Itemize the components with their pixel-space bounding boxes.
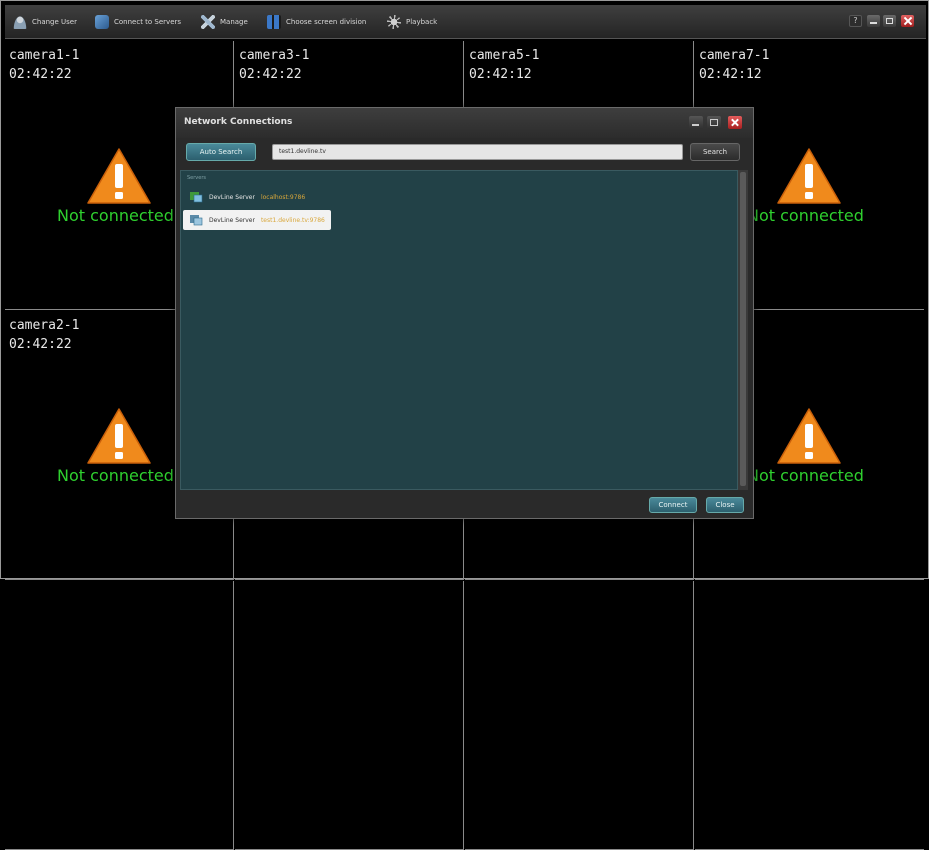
playback-label: Playback bbox=[406, 18, 438, 26]
connection-status: Not connected bbox=[57, 206, 174, 225]
server-list-item[interactable]: DevLine Server localhost:9786 bbox=[183, 187, 311, 207]
connection-status: Not connected bbox=[57, 466, 174, 485]
camera-time: 02:42:22 bbox=[9, 337, 72, 352]
dialog-title: Network Connections bbox=[184, 117, 293, 127]
connect-icon bbox=[95, 15, 109, 29]
server-name: DevLine Server bbox=[209, 216, 255, 224]
server-search-input[interactable]: test1.devline.tv bbox=[272, 144, 683, 160]
toolbar: Change User Connect to Servers Manage Ch… bbox=[5, 5, 926, 39]
camera-time: 02:42:12 bbox=[469, 67, 532, 82]
connect-button[interactable]: Connect bbox=[649, 497, 697, 513]
connect-to-servers-label: Connect to Servers bbox=[114, 18, 182, 26]
server-name: DevLine Server bbox=[209, 193, 255, 201]
playback-button[interactable]: Playback bbox=[387, 13, 437, 31]
server-address: localhost:9786 bbox=[260, 193, 306, 201]
search-button[interactable]: Search bbox=[690, 143, 740, 161]
camera-name: camera5-1 bbox=[469, 48, 540, 63]
dialog-maximize-button[interactable] bbox=[707, 116, 721, 129]
camera-cell[interactable] bbox=[235, 581, 464, 850]
manage-icon bbox=[201, 15, 215, 29]
scrollbar-thumb[interactable] bbox=[740, 172, 746, 486]
camera-name: camera3-1 bbox=[239, 48, 310, 63]
manage-label: Manage bbox=[220, 18, 248, 26]
camera-name: camera7-1 bbox=[699, 48, 770, 63]
close-button[interactable]: Close bbox=[706, 497, 744, 513]
connect-to-servers-button[interactable]: Connect to Servers bbox=[95, 13, 181, 31]
dialog-footer: Connect Close bbox=[176, 492, 753, 518]
help-button[interactable]: ? bbox=[849, 15, 862, 27]
warning-icon bbox=[775, 406, 843, 466]
network-connections-dialog: Network Connections Auto Search test1.de… bbox=[175, 107, 754, 519]
choose-screen-division-button[interactable]: Choose screen division bbox=[267, 13, 366, 31]
camera-time: 02:42:22 bbox=[9, 67, 72, 82]
manage-button[interactable]: Manage bbox=[201, 13, 248, 31]
camera-time: 02:42:22 bbox=[239, 67, 302, 82]
minimize-button[interactable] bbox=[867, 15, 880, 27]
maximize-button[interactable] bbox=[883, 15, 896, 27]
choose-screen-division-label: Choose screen division bbox=[286, 18, 367, 26]
dialog-close-button[interactable] bbox=[728, 116, 742, 129]
user-icon bbox=[13, 15, 27, 29]
server-address: test1.devline.tv:9786 bbox=[260, 216, 325, 224]
dialog-minimize-button[interactable] bbox=[689, 116, 703, 129]
camera-cell[interactable] bbox=[465, 581, 694, 850]
close-window-button[interactable] bbox=[901, 15, 914, 27]
warning-icon bbox=[775, 146, 843, 206]
connection-status: Not connected bbox=[747, 466, 864, 485]
server-online-icon bbox=[189, 191, 203, 203]
camera-cell[interactable] bbox=[5, 581, 234, 850]
dialog-title-bar[interactable]: Network Connections bbox=[176, 108, 753, 138]
server-icon bbox=[189, 214, 203, 226]
server-list-item-selected[interactable]: DevLine Server test1.devline.tv:9786 bbox=[183, 210, 331, 230]
warning-icon bbox=[85, 406, 153, 466]
change-user-button[interactable]: Change User bbox=[13, 13, 77, 31]
app-window: Change User Connect to Servers Manage Ch… bbox=[0, 0, 929, 850]
playback-icon bbox=[387, 15, 401, 29]
split-screen-icon bbox=[267, 15, 281, 29]
change-user-label: Change User bbox=[32, 18, 77, 26]
search-row: Auto Search test1.devline.tv Search bbox=[176, 140, 753, 166]
camera-time: 02:42:12 bbox=[699, 67, 762, 82]
camera-name: camera1-1 bbox=[9, 48, 80, 63]
warning-icon bbox=[85, 146, 153, 206]
camera-name: camera2-1 bbox=[9, 318, 80, 333]
server-list: Servers DevLine Server localhost:9786 De… bbox=[180, 170, 738, 490]
camera-cell[interactable] bbox=[695, 581, 924, 850]
server-list-header: Servers bbox=[187, 175, 207, 181]
connection-status: Not connected bbox=[747, 206, 864, 225]
server-list-scrollbar[interactable] bbox=[738, 170, 748, 490]
auto-search-button[interactable]: Auto Search bbox=[186, 143, 256, 161]
